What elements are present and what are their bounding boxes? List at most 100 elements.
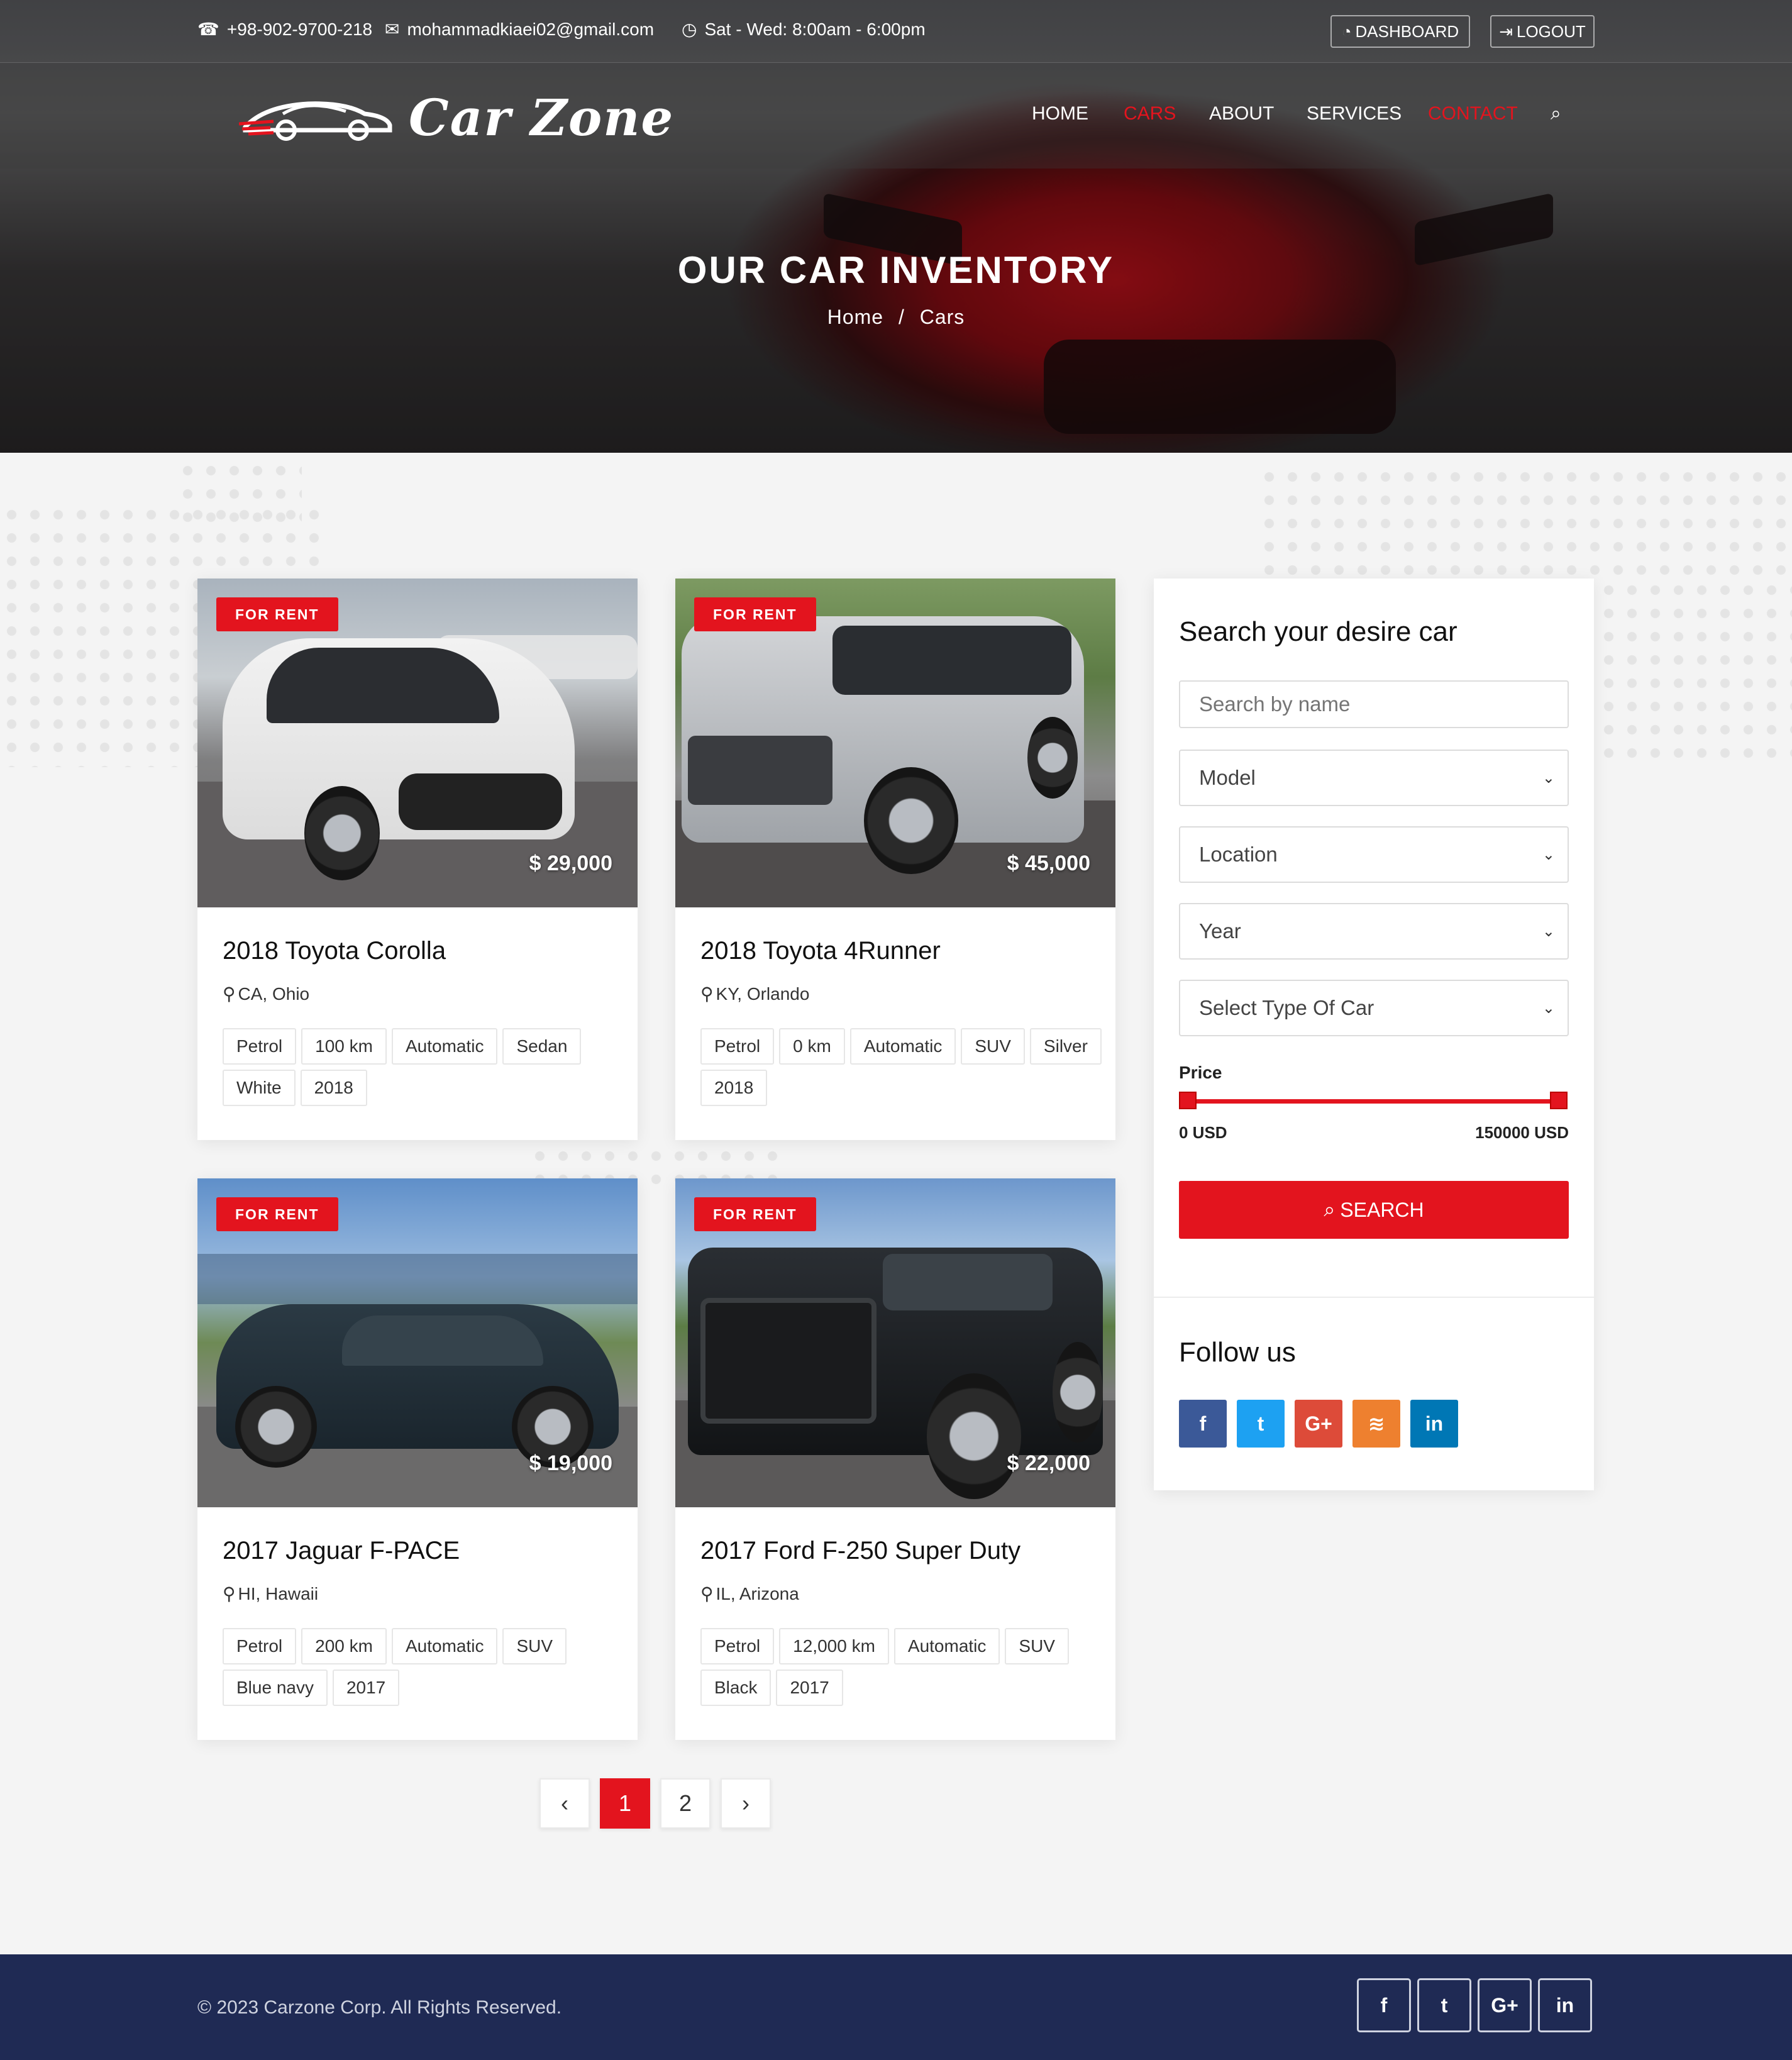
spec-year: 2018 [300,1070,367,1106]
dashboard-button[interactable]: ◔ DASHBOARD [1330,15,1470,48]
nav-about[interactable]: ABOUT [1209,103,1274,125]
car-card[interactable]: FOR RENT $ 22,000 2017 Ford F-250 Super … [675,1178,1115,1740]
search-name-input[interactable] [1179,680,1569,728]
top-bar: ☎ +98-902-9700-218 ✉ mohammadkiaei02@gma… [0,0,1792,63]
for-rent-badge: FOR RENT [694,1197,816,1231]
car-title[interactable]: 2018 Toyota Corolla [223,937,446,965]
car-photo[interactable]: FOR RENT $ 22,000 [675,1178,1115,1507]
breadcrumb-separator: / [898,306,905,328]
google-plus-icon[interactable]: G+ [1295,1400,1342,1448]
breadcrumb-current: Cars [919,306,965,328]
for-rent-badge: FOR RENT [216,597,338,631]
search-icon: ⌕ [1324,1198,1336,1221]
nav-cars[interactable]: CARS [1124,103,1176,125]
car-type-select[interactable]: Select Type Of Car ⌄ [1179,980,1569,1036]
car-title[interactable]: 2017 Jaguar F-PACE [223,1537,460,1565]
spec-mileage: 200 km [301,1628,387,1664]
car-title[interactable]: 2017 Ford F-250 Super Duty [700,1537,1020,1565]
map-dots [1597,579,1792,767]
breadcrumb: Home / Cars [0,306,1792,329]
price-max-value: 150000 USD [1475,1123,1569,1142]
spec-color: Blue navy [223,1670,328,1706]
map-dots [1258,465,1792,579]
car-location: ⚲ IL, Arizona [700,1583,799,1604]
footer-facebook-icon[interactable]: f [1357,1978,1411,2032]
car-card[interactable]: FOR RENT $ 19,000 2017 Jaguar F-PACE ⚲ H… [197,1178,638,1740]
footer-linkedin-icon[interactable]: in [1538,1978,1592,2032]
car-card[interactable]: FOR RENT $ 45,000 2018 Toyota 4Runner ⚲ … [675,579,1115,1140]
car-photo[interactable]: FOR RENT $ 45,000 [675,579,1115,907]
price-slider-track[interactable] [1185,1099,1556,1104]
pagination-prev[interactable]: ‹ [539,1778,590,1829]
car-title[interactable]: 2018 Toyota 4Runner [700,937,941,965]
car-price: $ 29,000 [529,851,612,875]
pagination-page-1[interactable]: 1 [600,1778,650,1829]
chevron-down-icon: ⌄ [1542,922,1555,940]
pagination-page-2[interactable]: 2 [660,1778,711,1829]
spec-mileage: 100 km [301,1028,387,1065]
price-slider-max-handle[interactable] [1550,1092,1568,1109]
twitter-icon[interactable]: t [1237,1400,1285,1448]
main-navbar: Car Zone HOME CARS ABOUT SERVICES CONTAC… [0,63,1792,169]
spec-year: 2017 [332,1670,400,1706]
year-select[interactable]: Year ⌄ [1179,903,1569,960]
footer-google-plus-icon[interactable]: G+ [1478,1978,1532,2032]
page-title: OUR CAR INVENTORY [677,249,1115,291]
car-price: $ 19,000 [529,1451,612,1475]
car-location: ⚲ HI, Hawaii [223,1583,319,1604]
logout-icon: ⇥ [1499,21,1513,41]
spec-year: 2017 [776,1670,843,1706]
logo-text: Car Zone [409,88,675,147]
search-icon[interactable]: ⌕ [1551,103,1561,125]
opening-hours: ◷ Sat - Wed: 8:00am - 6:00pm [682,19,926,40]
spec-transmission: Automatic [391,1628,498,1664]
contact-phone[interactable]: ☎ +98-902-9700-218 [197,19,372,40]
for-rent-badge: FOR RENT [694,597,816,631]
logout-button[interactable]: ⇥ LOGOUT [1490,15,1595,48]
price-min-value: 0 USD [1179,1123,1227,1142]
for-rent-badge: FOR RENT [216,1197,338,1231]
nav-contact[interactable]: CONTACT [1428,103,1518,125]
location-select[interactable]: Location ⌄ [1179,826,1569,883]
spec-color: White [223,1070,296,1106]
spec-fuel: Petrol [223,1628,297,1664]
spec-body-type: SUV [961,1028,1025,1065]
car-photo[interactable]: FOR RENT $ 29,000 [197,579,638,907]
rss-icon[interactable]: ≋ [1352,1400,1400,1448]
envelope-icon: ✉ [385,19,400,39]
footer-twitter-icon[interactable]: t [1417,1978,1471,2032]
copyright-text: © 2023 Carzone Corp. All Rights Reserved… [197,1997,562,2018]
contact-email[interactable]: ✉ mohammadkiaei02@gmail.com [385,19,654,40]
hero-banner: ☎ +98-902-9700-218 ✉ mohammadkiaei02@gma… [0,0,1792,453]
spec-color: Silver [1029,1028,1102,1065]
pagination-next[interactable]: › [721,1778,771,1829]
site-logo[interactable]: Car Zone [239,88,674,147]
search-heading: Search your desire car [1179,616,1457,647]
price-label: Price [1179,1063,1222,1082]
price-slider-min-handle[interactable] [1179,1092,1197,1109]
car-specs: Petrol 0 km Automatic SUV Silver 2018 [700,1028,1103,1106]
chevron-down-icon: ⌄ [1542,999,1555,1017]
spec-fuel: Petrol [700,1028,775,1065]
chevron-down-icon: ⌄ [1542,846,1555,863]
footer: © 2023 Carzone Corp. All Rights Reserved… [0,1954,1792,2060]
model-select[interactable]: Model ⌄ [1179,750,1569,806]
car-card[interactable]: FOR RENT $ 29,000 2018 Toyota Corolla ⚲ … [197,579,638,1140]
nav-home[interactable]: HOME [1032,103,1088,125]
linkedin-icon[interactable]: in [1410,1400,1458,1448]
spec-transmission: Automatic [849,1028,956,1065]
spec-year: 2018 [700,1070,768,1106]
dashboard-icon: ◔ [1341,21,1352,41]
nav-services[interactable]: SERVICES [1307,103,1402,125]
facebook-icon[interactable]: f [1179,1400,1227,1448]
spec-mileage: 12,000 km [779,1628,889,1664]
car-photo[interactable]: FOR RENT $ 19,000 [197,1178,638,1507]
phone-icon: ☎ [197,19,219,39]
spec-body-type: SUV [1005,1628,1069,1664]
car-logo-icon [239,101,392,141]
search-button[interactable]: ⌕ SEARCH [1179,1181,1569,1239]
search-sidebar: Search your desire car Model ⌄ Location … [1154,579,1594,1490]
spec-transmission: Automatic [893,1628,1000,1664]
breadcrumb-home[interactable]: Home [827,306,883,328]
spec-transmission: Automatic [391,1028,498,1065]
